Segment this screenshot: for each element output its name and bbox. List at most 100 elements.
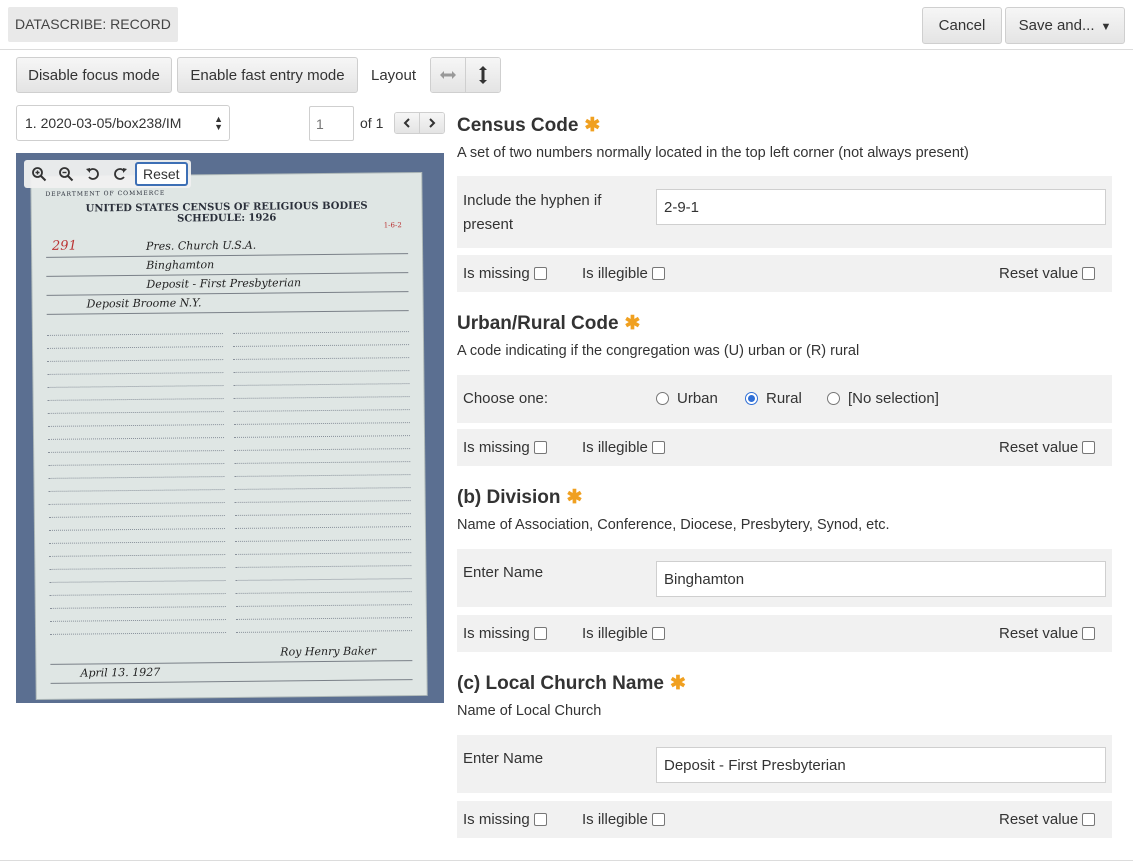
is-missing-label: Is missing bbox=[463, 811, 530, 828]
is-illegible-label: Is illegible bbox=[582, 439, 648, 456]
radio-rural[interactable]: Rural bbox=[745, 390, 802, 407]
reset-value-checkbox[interactable]: Reset value bbox=[999, 625, 1096, 642]
checkbox-box[interactable] bbox=[533, 267, 547, 280]
field-label: Enter Name bbox=[463, 750, 544, 767]
pager-buttons bbox=[394, 112, 445, 134]
section-title-division: (b) Division ✱ bbox=[457, 486, 582, 509]
section-title-urban-rural: Urban/Rural Code ✱ bbox=[457, 312, 640, 335]
checkbox-box[interactable] bbox=[533, 813, 547, 826]
page-select-value: 1. 2020-03-05/box238/IM bbox=[25, 115, 182, 131]
reset-value-checkbox[interactable]: Reset value bbox=[999, 439, 1096, 456]
checkbox-box[interactable] bbox=[1082, 441, 1096, 454]
radio-no-selection[interactable]: [No selection] bbox=[827, 390, 939, 407]
layout-toggle bbox=[430, 57, 501, 93]
chevron-left-icon bbox=[403, 118, 410, 128]
page-count-label: of 1 bbox=[360, 115, 384, 131]
section-title-text: Census Code bbox=[457, 115, 579, 136]
rotate-left-icon[interactable] bbox=[81, 163, 104, 186]
checkbox-box[interactable] bbox=[1082, 813, 1096, 826]
page-number-input[interactable] bbox=[309, 106, 354, 141]
doc-line: Binghamton bbox=[46, 258, 409, 277]
select-arrows-icon: ▲ ▼ bbox=[214, 114, 223, 132]
section-description: Name of Association, Conference, Diocese… bbox=[457, 517, 890, 533]
doc-columns bbox=[46, 319, 413, 637]
status-row-urban-rural: Is missing Is illegible Reset value bbox=[457, 429, 1112, 466]
division-input[interactable] bbox=[656, 561, 1106, 597]
section-title-text: (b) Division bbox=[457, 487, 561, 508]
checkbox-box[interactable] bbox=[1082, 627, 1096, 640]
radio-button[interactable] bbox=[656, 392, 669, 405]
is-missing-checkbox[interactable]: Is missing bbox=[463, 811, 547, 828]
is-missing-label: Is missing bbox=[463, 265, 530, 282]
prev-page-button[interactable] bbox=[395, 113, 419, 133]
page-select[interactable]: 1. 2020-03-05/box238/IM ▲ ▼ bbox=[16, 105, 230, 141]
radio-button[interactable] bbox=[745, 392, 758, 405]
required-asterisk-icon: ✱ bbox=[669, 673, 686, 694]
doc-line: Deposit - First Presbyterian bbox=[46, 276, 409, 296]
top-bar: DATASCRIBE: RECORD Cancel Save and... ▼ bbox=[0, 0, 1133, 50]
required-asterisk-icon: ✱ bbox=[624, 313, 641, 334]
arrows-horizontal-icon[interactable] bbox=[431, 58, 465, 92]
next-page-button[interactable] bbox=[419, 113, 444, 133]
doc-denomination: Pres. Church U.S.A. bbox=[145, 238, 257, 253]
bottom-divider bbox=[0, 860, 1133, 861]
save-and-button[interactable]: Save and... ▼ bbox=[1005, 7, 1125, 44]
doc-col-right bbox=[232, 319, 413, 635]
rotate-right-icon[interactable] bbox=[108, 163, 131, 186]
is-illegible-label: Is illegible bbox=[582, 625, 648, 642]
field-row-local-church-name: Enter Name bbox=[457, 735, 1112, 793]
is-illegible-checkbox[interactable]: Is illegible bbox=[582, 265, 665, 282]
section-title-local-church-name: (c) Local Church Name ✱ bbox=[457, 672, 686, 695]
is-missing-label: Is missing bbox=[463, 625, 530, 642]
is-missing-checkbox[interactable]: Is missing bbox=[463, 625, 547, 642]
doc-city: Deposit Broome N.Y. bbox=[86, 296, 202, 311]
layout-label: Layout bbox=[371, 67, 417, 84]
checkbox-box[interactable] bbox=[651, 267, 665, 280]
radio-label: Urban bbox=[677, 390, 718, 407]
field-label: Include the hyphen if present bbox=[463, 192, 602, 233]
enable-fast-entry-button[interactable]: Enable fast entry mode bbox=[177, 57, 358, 93]
viewer-reset-button[interactable]: Reset bbox=[135, 162, 188, 186]
viewer-toolbar: Reset bbox=[24, 160, 191, 188]
checkbox-box[interactable] bbox=[1082, 267, 1096, 280]
is-illegible-checkbox[interactable]: Is illegible bbox=[582, 439, 665, 456]
checkbox-box[interactable] bbox=[651, 813, 665, 826]
checkbox-box[interactable] bbox=[651, 441, 665, 454]
field-row-division: Enter Name bbox=[457, 549, 1112, 607]
doc-line: Pres. Church U.S.A. bbox=[45, 238, 409, 258]
checkbox-box[interactable] bbox=[533, 627, 547, 640]
image-viewer[interactable]: DEPARTMENT OF COMMERCE 1-6-2 291 UNITED … bbox=[16, 153, 444, 703]
zoom-out-icon[interactable] bbox=[54, 163, 77, 186]
section-title-text: (c) Local Church Name bbox=[457, 673, 664, 694]
radio-button[interactable] bbox=[827, 392, 840, 405]
caret-down-icon: ▼ bbox=[1100, 21, 1112, 33]
is-illegible-checkbox[interactable]: Is illegible bbox=[582, 625, 665, 642]
doc-presbytery: Binghamton bbox=[146, 258, 215, 272]
census-document-image: DEPARTMENT OF COMMERCE 1-6-2 291 UNITED … bbox=[31, 172, 427, 700]
doc-date: April 13. 1927 bbox=[80, 665, 161, 680]
is-missing-checkbox[interactable]: Is missing bbox=[463, 265, 547, 282]
reset-value-checkbox[interactable]: Reset value bbox=[999, 811, 1096, 828]
doc-col-left bbox=[46, 321, 227, 637]
local-church-name-input[interactable] bbox=[656, 747, 1106, 783]
disable-focus-mode-button[interactable]: Disable focus mode bbox=[16, 57, 172, 93]
checkbox-box[interactable] bbox=[651, 627, 665, 640]
checkbox-box[interactable] bbox=[533, 441, 547, 454]
field-row-census-code: Include the hyphen if present bbox=[457, 176, 1112, 248]
zoom-in-icon[interactable] bbox=[27, 163, 50, 186]
census-code-input[interactable] bbox=[656, 189, 1106, 225]
arrows-vertical-icon[interactable] bbox=[465, 58, 500, 92]
section-description: A set of two numbers normally located in… bbox=[457, 145, 969, 161]
radio-label: Rural bbox=[766, 390, 802, 407]
status-row-division: Is missing Is illegible Reset value bbox=[457, 615, 1112, 652]
cancel-button[interactable]: Cancel bbox=[922, 7, 1002, 44]
doc-line: Deposit Broome N.Y. bbox=[46, 296, 409, 315]
doc-code-stamp: 1-6-2 bbox=[383, 221, 402, 230]
radio-urban[interactable]: Urban bbox=[656, 390, 718, 407]
is-illegible-label: Is illegible bbox=[582, 811, 648, 828]
is-missing-checkbox[interactable]: Is missing bbox=[463, 439, 547, 456]
required-asterisk-icon: ✱ bbox=[584, 115, 601, 136]
doc-line: Roy Henry Baker bbox=[50, 644, 413, 665]
is-illegible-checkbox[interactable]: Is illegible bbox=[582, 811, 665, 828]
reset-value-checkbox[interactable]: Reset value bbox=[999, 265, 1096, 282]
